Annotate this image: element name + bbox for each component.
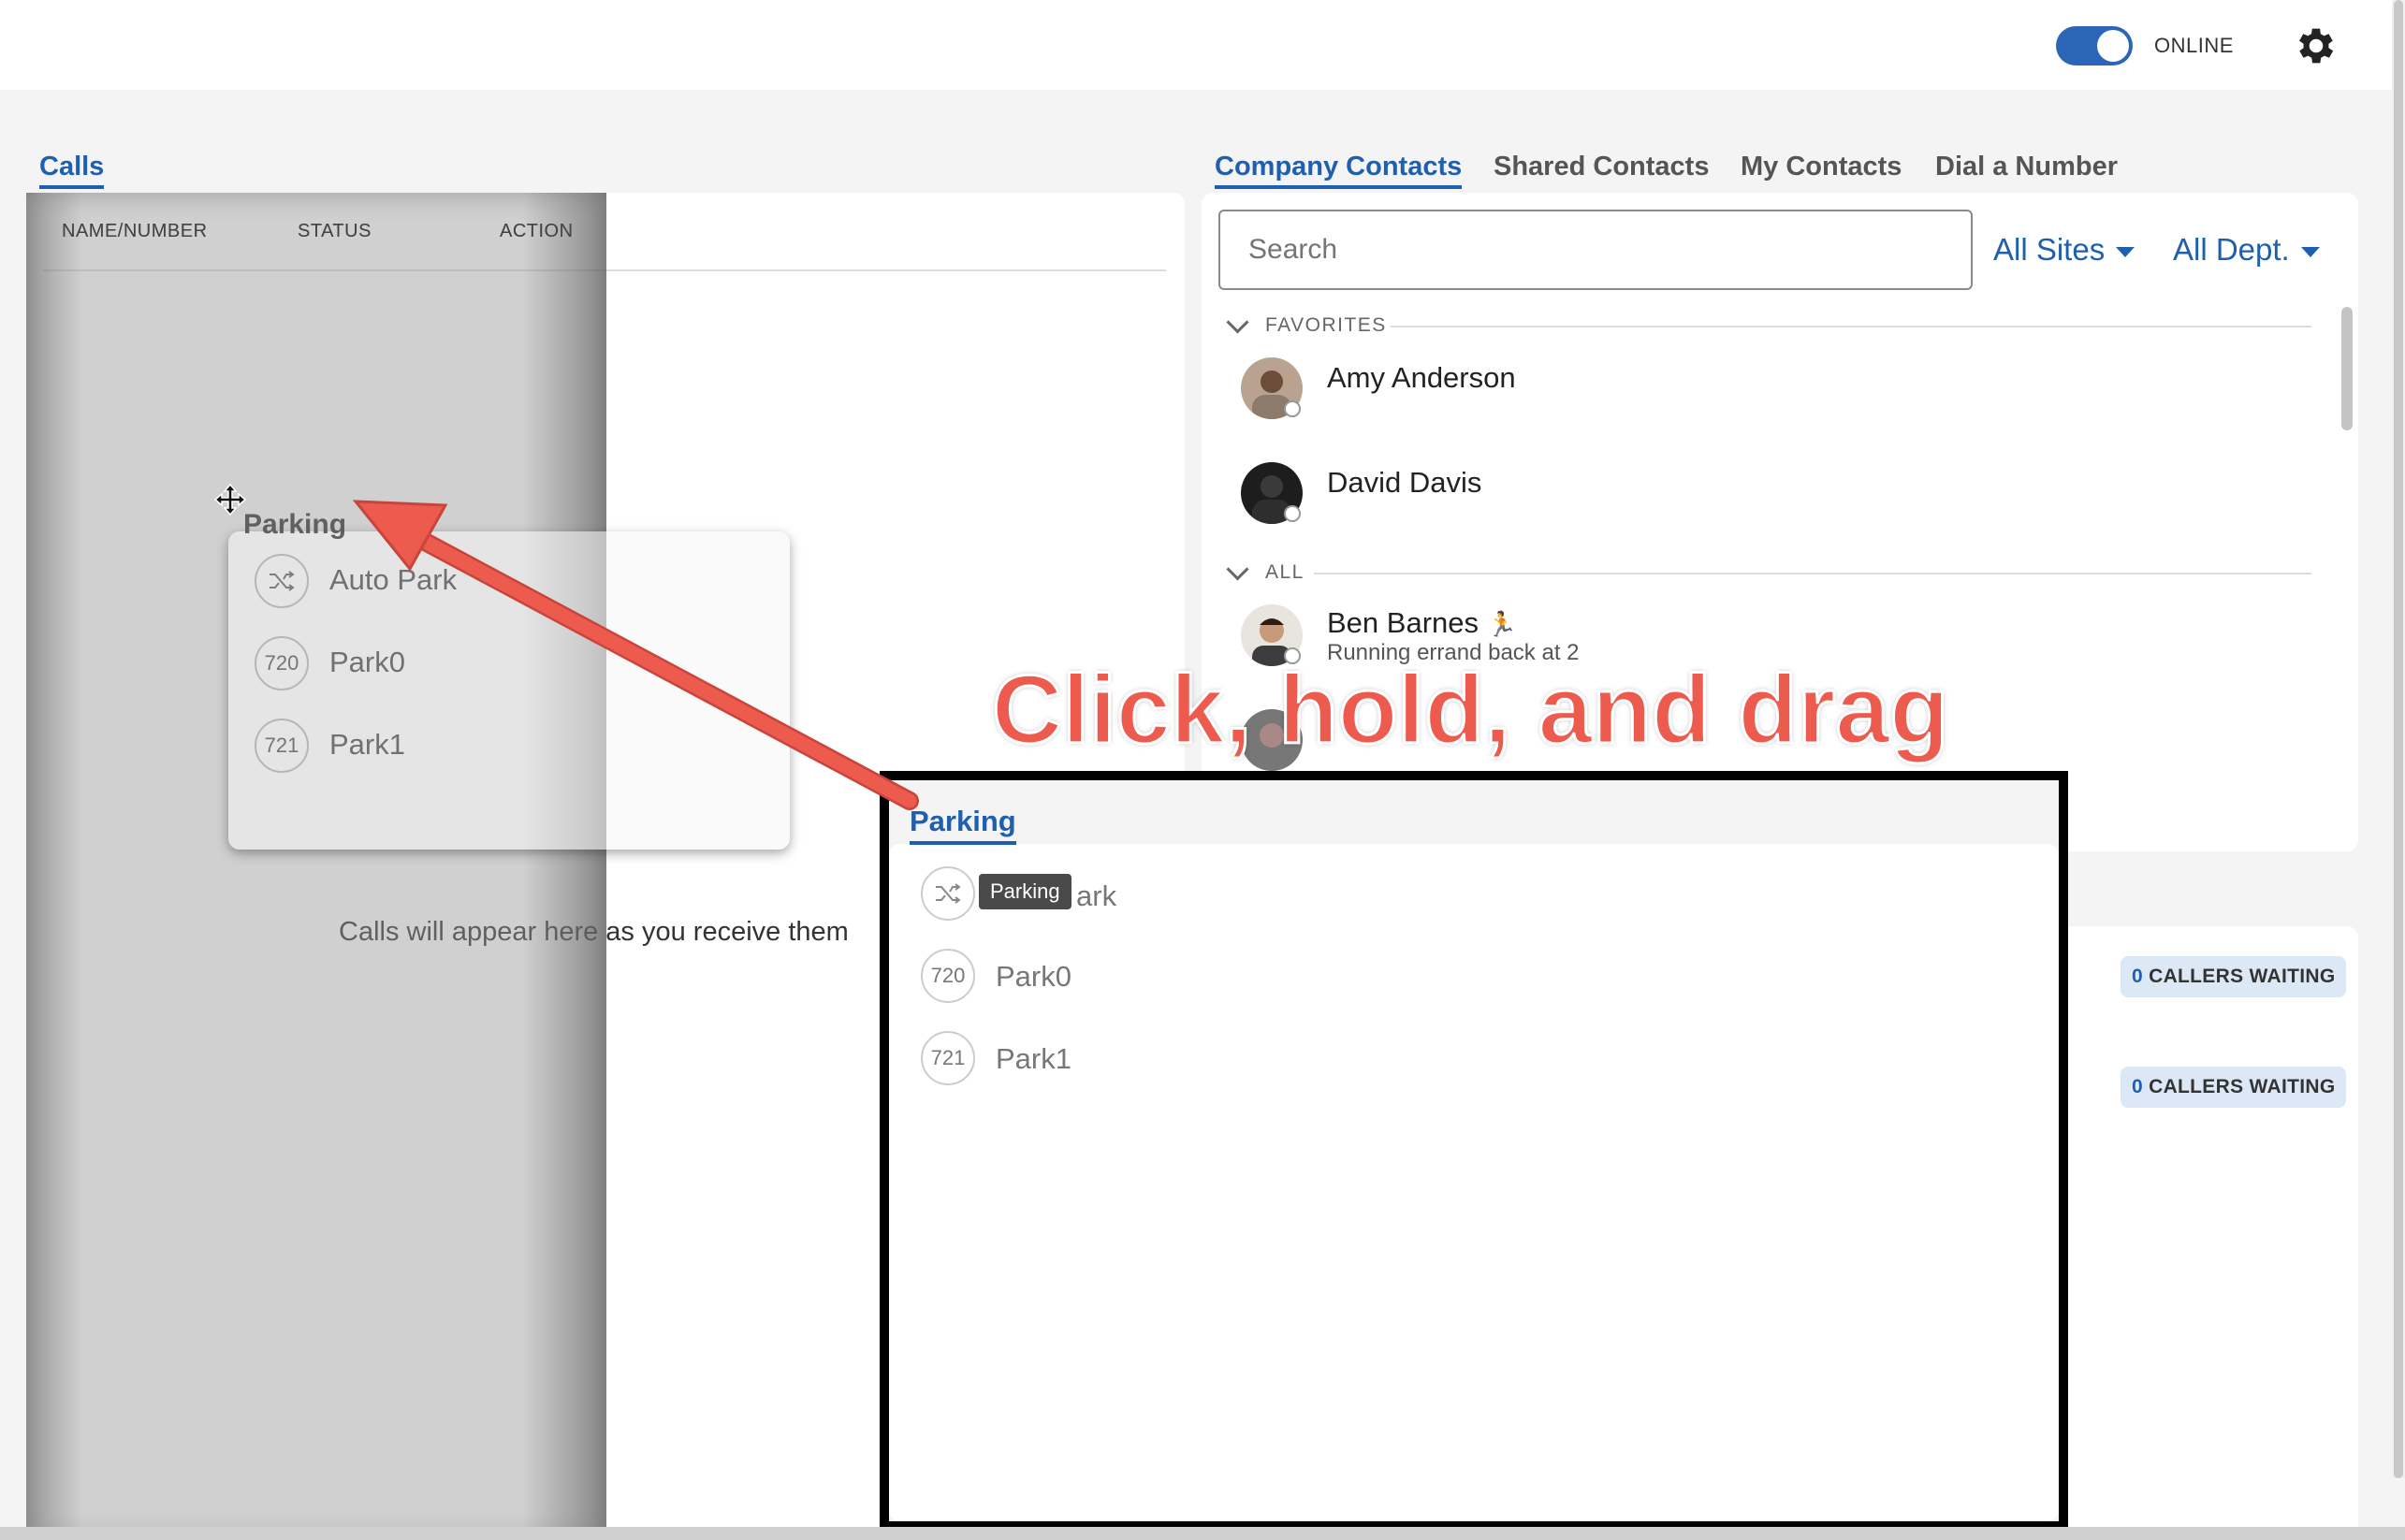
annotation-arrow — [352, 500, 919, 810]
horizontal-scrollbar[interactable] — [0, 1527, 2405, 1540]
annotation-headline: Click, hold, and drag — [991, 655, 1951, 766]
